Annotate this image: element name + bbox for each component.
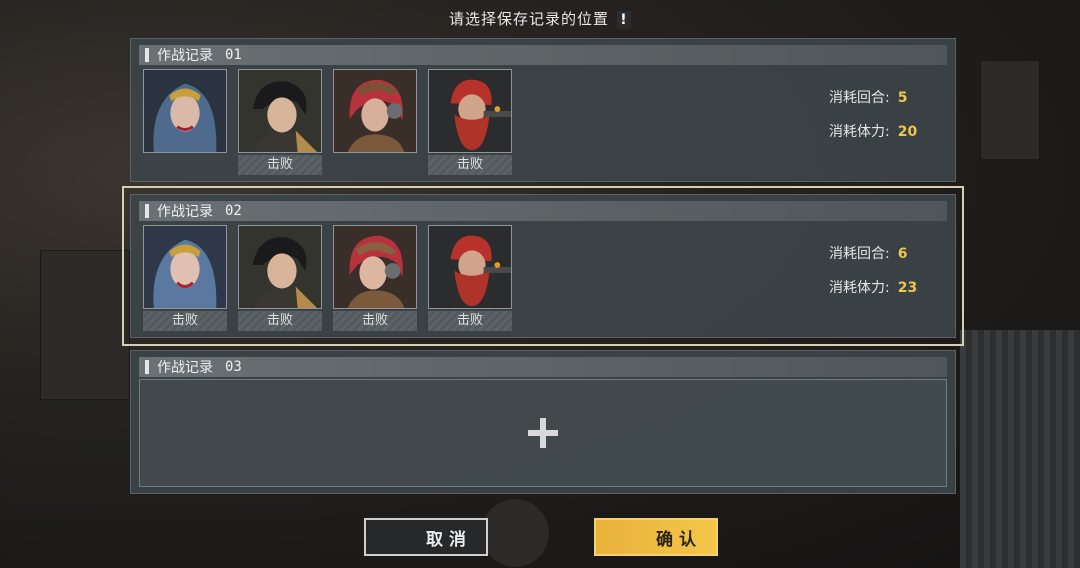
record-title: 作战记录 (157, 204, 213, 220)
header-bar-icon (145, 48, 149, 62)
defeat-label: 击败 (333, 311, 417, 331)
record-number: 02 (225, 203, 242, 219)
defeat-label: 击败 (428, 155, 512, 175)
rounds-value: 6 (897, 246, 908, 262)
dark-hair-man-portrait (238, 69, 322, 153)
header-bar-icon (145, 204, 149, 218)
record-header: 作战记录 01 (139, 45, 947, 65)
background-tank (980, 60, 1040, 160)
blue-hair-woman-portrait (143, 225, 227, 309)
red-beard-man-portrait (428, 225, 512, 309)
record-header: 作战记录 02 (139, 201, 947, 221)
record-slot-02[interactable]: 作战记录 02 击败 击败 击败 击败 消耗回合: 6 消耗体力: 23 (122, 186, 964, 346)
stamina-label: 消耗体力: (829, 124, 890, 140)
stamina-value: 23 (897, 280, 918, 296)
rounds-label: 消耗回合: (829, 246, 890, 262)
background-vent (480, 498, 550, 568)
background-roof (960, 330, 1080, 568)
dark-hair-man-portrait (238, 225, 322, 309)
record-slot-01[interactable]: 作战记录 01 击败 击败 消耗回合: 5 消耗体力: 20 (130, 38, 956, 182)
blue-hair-woman-portrait (143, 69, 227, 153)
rounds-stat: 消耗回合: 5 (829, 87, 907, 107)
page-title-text: 请选择保存记录的位置 (448, 10, 609, 28)
rounds-label: 消耗回合: (829, 90, 890, 106)
confirm-button[interactable]: 确认 (594, 518, 718, 556)
stamina-value: 20 (897, 124, 918, 140)
plus-icon[interactable] (528, 418, 558, 448)
record-number: 03 (225, 359, 242, 375)
rounds-stat: 消耗回合: 6 (829, 243, 907, 263)
defeat-label: 击败 (143, 311, 227, 331)
record-title: 作战记录 (157, 48, 213, 64)
cancel-button[interactable]: 取消 (364, 518, 488, 556)
red-hair-headset-woman-portrait (333, 69, 417, 153)
background-building (40, 250, 130, 400)
page-title: 请选择保存记录的位置! (0, 8, 1080, 29)
red-beard-man-portrait (428, 69, 512, 153)
stamina-stat: 消耗体力: 20 (829, 121, 917, 141)
record-number: 01 (225, 47, 242, 63)
cancel-label: 取消 (426, 529, 472, 550)
defeat-label: 击败 (238, 155, 322, 175)
record-slot-03[interactable]: 作战记录 03 (130, 350, 956, 494)
record-header: 作战记录 03 (139, 357, 947, 377)
red-hair-headset-woman-portrait (333, 225, 417, 309)
defeat-label: 击败 (238, 311, 322, 331)
alert-icon: ! (617, 11, 631, 29)
rounds-value: 5 (897, 90, 908, 106)
stamina-label: 消耗体力: (829, 280, 890, 296)
record-title: 作战记录 (157, 360, 213, 376)
defeat-label: 击败 (428, 311, 512, 331)
confirm-label: 确认 (656, 529, 702, 550)
header-bar-icon (145, 360, 149, 374)
empty-slot-area[interactable] (139, 379, 947, 487)
stamina-stat: 消耗体力: 23 (829, 277, 917, 297)
